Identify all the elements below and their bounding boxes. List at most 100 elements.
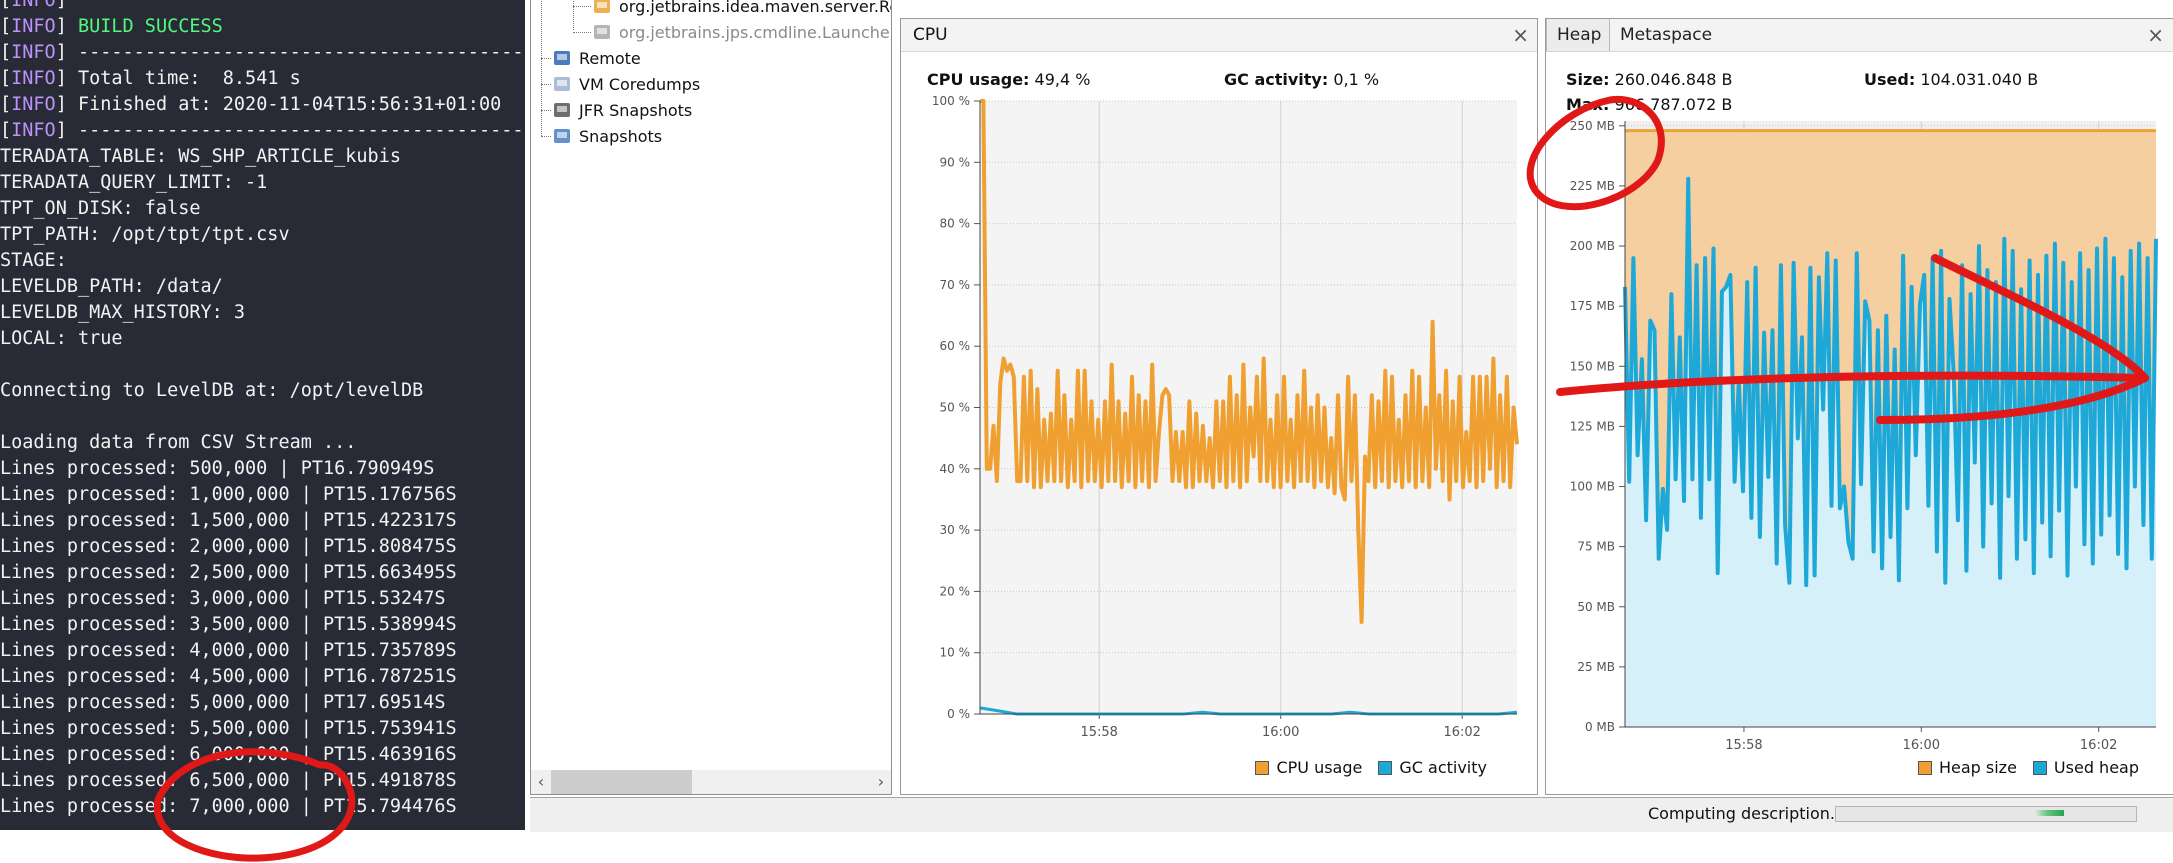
log-level-tag: INFO	[11, 42, 56, 63]
y-tick-label: 225 MB	[1570, 179, 1615, 193]
scrollbar-thumb[interactable]	[551, 770, 692, 794]
used-heap-swatch	[2032, 760, 2047, 775]
cpu-chart-legend: CPU usage GC activity	[1239, 758, 1487, 777]
terminal-line: Lines processed: 7,000,000 | PT15.794476…	[0, 794, 525, 820]
terminal-line-text: TPT_PATH: /opt/tpt/tpt.csv	[0, 224, 290, 245]
tree-item[interactable]: Snapshots	[551, 123, 662, 149]
terminal-line-text: Lines processed: 6,500,000 | PT15.491878…	[0, 770, 457, 791]
tree-connector	[541, 84, 551, 85]
tree-item[interactable]: Remote	[551, 45, 641, 71]
x-tick-label: 15:58	[1080, 725, 1117, 740]
terminal-line-text: LOCAL: true	[0, 328, 123, 349]
terminal-lines: [INFO] [INFO] BUILD SUCCESS [INFO] ------…	[0, 0, 525, 820]
y-tick-label: 60 %	[940, 339, 971, 353]
terminal-line-text: Lines processed: 3,500,000 | PT15.538994…	[0, 614, 457, 635]
x-tick-label: 16:02	[2080, 738, 2117, 753]
y-tick-label: 0 %	[947, 707, 970, 721]
y-tick-label: 50 %	[940, 401, 971, 415]
y-tick-label: 10 %	[940, 646, 971, 660]
log-level-tag: INFO	[11, 16, 56, 37]
legend-label: CPU usage	[1276, 758, 1363, 777]
terminal-line-text: Lines processed: 500,000 | PT16.790949S	[0, 458, 435, 479]
y-tick-label: 150 MB	[1570, 359, 1615, 373]
cpu-chart[interactable]: 0 % 10 % 20 % 30 % 40 % 50 % 60 % 70 % 80 % 90 % 1…	[901, 19, 1537, 794]
terminal-line: Lines processed: 2,000,000 | PT15.808475…	[0, 534, 525, 560]
log-level-tag: INFO	[11, 68, 56, 89]
heap-chart-legend: Heap size Used heap	[1902, 758, 2139, 777]
terminal-line: Connecting to LevelDB at: /opt/levelDB	[0, 378, 525, 404]
terminal-line: TPT_PATH: /opt/tpt/tpt.csv	[0, 222, 525, 248]
y-tick-label: 30 %	[940, 523, 971, 537]
terminal-output[interactable]: [INFO] [INFO] BUILD SUCCESS [INFO] ------…	[0, 0, 525, 830]
tree-horizontal-scrollbar[interactable]: ‹ ›	[531, 770, 891, 794]
y-tick-label: 250 MB	[1570, 119, 1615, 133]
y-tick-label: 40 %	[940, 462, 971, 476]
x-tick-label: 16:00	[1903, 738, 1940, 753]
terminal-line-text: LEVELDB_MAX_HISTORY: 3	[0, 302, 246, 323]
terminal-line-text: ----------------------------------------…	[77, 120, 525, 141]
terminal-line: Lines processed: 5,000,000 | PT17.69514S	[0, 690, 525, 716]
terminal-line-text: Connecting to LevelDB at: /opt/levelDB	[0, 380, 424, 401]
applications-tree-panel: ‹ › org.jetbrains.idea.maven.server.Remo…	[530, 0, 892, 795]
status-text: Computing description...	[1648, 804, 1846, 823]
scroll-right-button[interactable]: ›	[871, 770, 891, 794]
tree-item-label: org.jetbrains.jps.cmdline.Launcher (pid)	[619, 22, 892, 42]
terminal-line-text: Lines processed: 2,500,000 | PT15.663495…	[0, 562, 457, 583]
terminal-line: [INFO] BUILD SUCCESS	[0, 16, 223, 37]
remote-host-icon	[551, 47, 573, 69]
legend-label: GC activity	[1399, 758, 1487, 777]
terminal-line: Lines processed: 6,000,000 | PT15.463916…	[0, 742, 525, 768]
tree-item[interactable]: org.jetbrains.jps.cmdline.Launcher (pid)	[591, 19, 892, 45]
y-tick-label: 25 MB	[1577, 660, 1615, 674]
terminal-line-text: Lines processed: 4,000,000 | PT15.735789…	[0, 640, 457, 661]
tree-connector	[541, 110, 551, 111]
legend-item-heap-size[interactable]: Heap size	[1917, 758, 2017, 777]
tree-connector	[541, 58, 551, 59]
terminal-line: Lines processed: 1,000,000 | PT15.176756…	[0, 482, 525, 508]
terminal-line-text: TPT_ON_DISK: false	[0, 198, 201, 219]
terminal-line: Lines processed: 2,500,000 | PT15.663495…	[0, 560, 525, 586]
terminal-line-text: Lines processed: 2,000,000 | PT15.808475…	[0, 536, 457, 557]
heap-chart[interactable]: 0 MB 25 MB 50 MB 75 MB 100 MB 125 MB 150 MB 175…	[1546, 19, 2173, 794]
terminal-line-text: Lines processed: 6,000,000 | PT15.463916…	[0, 744, 457, 765]
snapshot-icon	[551, 125, 573, 147]
heap-size-swatch	[1917, 760, 1932, 775]
terminal-line-text: Loading data from CSV Stream ...	[0, 432, 357, 453]
tree-connector	[573, 6, 591, 7]
tree-item[interactable]: JFR Snapshots	[551, 97, 692, 123]
terminal-line-text: Lines processed: 3,000,000 | PT15.53247S	[0, 588, 446, 609]
terminal-line-text: STAGE:	[0, 250, 67, 271]
terminal-line: STAGE:	[0, 248, 525, 274]
legend-item-used-heap[interactable]: Used heap	[2032, 758, 2139, 777]
terminal-line: LEVELDB_PATH: /data/	[0, 274, 525, 300]
terminal-line-text: Lines processed: 5,500,000 | PT15.753941…	[0, 718, 457, 739]
tree-item[interactable]: org.jetbrains.idea.maven.server.RemoteMa…	[591, 0, 891, 19]
tree-item-label: VM Coredumps	[579, 74, 701, 94]
x-tick-label: 16:02	[1443, 725, 1480, 740]
terminal-line: [INFO] ---------------------------------…	[0, 118, 525, 144]
java-process-icon	[591, 0, 613, 17]
y-tick-label: 75 MB	[1577, 540, 1615, 554]
terminal-line: Lines processed: 3,000,000 | PT15.53247S	[0, 586, 525, 612]
java-process-disabled-icon	[591, 21, 613, 43]
terminal-line: Lines processed: 4,500,000 | PT16.787251…	[0, 664, 525, 690]
y-tick-label: 70 %	[940, 278, 971, 292]
jfr-snapshot-icon	[551, 99, 573, 121]
terminal-line: Loading data from CSV Stream ...	[0, 430, 525, 456]
scroll-left-button[interactable]: ‹	[531, 770, 551, 794]
status-progress-bar	[1835, 806, 2137, 822]
terminal-line-text: TERADATA_TABLE: WS_SHP_ARTICLE_kubis	[0, 146, 401, 167]
tree-item[interactable]: VM Coredumps	[551, 71, 700, 97]
tree-item-label: JFR Snapshots	[579, 100, 693, 120]
terminal-line: [INFO] ---------------------------------…	[0, 40, 525, 66]
legend-item-cpu-usage[interactable]: CPU usage	[1255, 758, 1362, 777]
terminal-line: LEVELDB_MAX_HISTORY: 3	[0, 300, 525, 326]
heap-panel: Heap Metaspace × Size: 260.046.848 B Use…	[1545, 18, 2173, 795]
terminal-line: Lines processed: 3,500,000 | PT15.538994…	[0, 612, 525, 638]
tree-connector	[573, 0, 574, 30]
terminal-line-text: Lines processed: 1,500,000 | PT15.422317…	[0, 510, 457, 531]
terminal-line: Lines processed: 5,500,000 | PT15.753941…	[0, 716, 525, 742]
status-bar: Computing description...	[530, 797, 2173, 832]
legend-item-gc-activity[interactable]: GC activity	[1378, 758, 1487, 777]
